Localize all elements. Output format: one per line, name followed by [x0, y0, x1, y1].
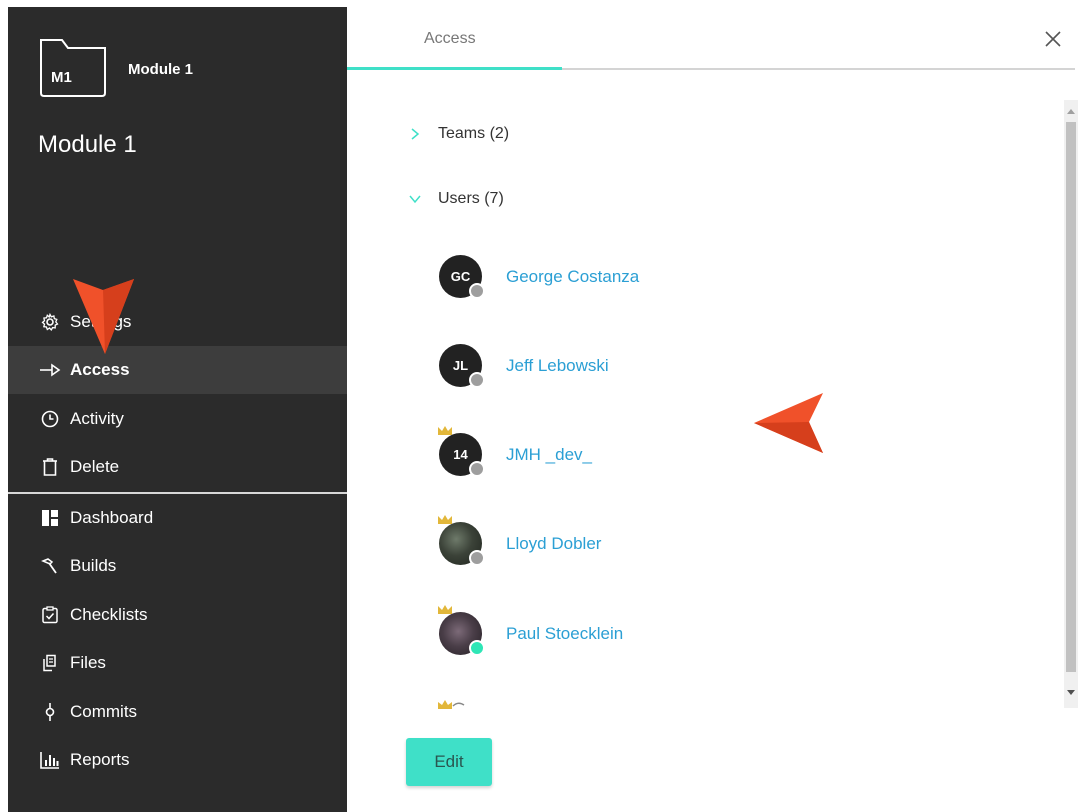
- tab-access[interactable]: Access: [424, 30, 476, 48]
- close-button[interactable]: [1042, 28, 1064, 50]
- status-offline-indicator: [469, 550, 485, 566]
- module-label: Module 1: [128, 61, 194, 78]
- users-section-label: Users (7): [438, 190, 504, 207]
- crown-icon: [438, 515, 452, 524]
- files-icon: [39, 652, 61, 674]
- sidebar-item-files[interactable]: Files: [8, 639, 347, 687]
- tab-active-indicator: [347, 67, 562, 70]
- crown-icon: [438, 700, 465, 709]
- sidebar-item-label: Checklists: [70, 605, 148, 624]
- sidebar-item-reports[interactable]: Reports: [8, 736, 347, 784]
- chevron-down-icon: [406, 190, 424, 208]
- user-row[interactable]: GC George Costanza: [438, 254, 639, 300]
- crown-icon: [438, 605, 452, 614]
- scrollbar[interactable]: [1064, 100, 1078, 708]
- sidebar-item-checklists[interactable]: Checklists: [8, 591, 347, 639]
- avatar: [438, 515, 485, 567]
- avatar: [438, 605, 485, 657]
- crown-icon: [438, 426, 452, 435]
- clock-icon: [39, 408, 61, 430]
- module-badge: M1: [51, 69, 72, 86]
- users-section-toggle[interactable]: Users (7): [406, 190, 504, 208]
- module-title: Module 1: [38, 131, 137, 158]
- sidebar-item-label: Files: [70, 653, 106, 672]
- sidebar-item-label: Dashboard: [70, 508, 154, 527]
- sidebar-item-activity[interactable]: Activity: [8, 395, 347, 443]
- status-online-indicator: [469, 640, 485, 656]
- scroll-thumb[interactable]: [1066, 122, 1076, 672]
- sidebar-item-label: Commits: [70, 702, 138, 721]
- dashboard-icon: [39, 507, 61, 529]
- status-offline-indicator: [469, 372, 485, 388]
- gear-icon: [39, 311, 61, 333]
- sidebar-item-label: Activity: [70, 409, 124, 428]
- sidebar-item-delete[interactable]: Delete: [8, 443, 347, 491]
- sidebar-item-dashboard[interactable]: Dashboard: [8, 494, 347, 542]
- user-name-link[interactable]: Lloyd Dobler: [506, 534, 601, 554]
- user-name-link[interactable]: Jeff Lebowski: [506, 356, 609, 376]
- commit-icon: [39, 701, 61, 723]
- teams-section-label: Teams (2): [438, 125, 510, 142]
- sidebar-item-commits[interactable]: Commits: [8, 688, 347, 736]
- user-row[interactable]: Paul Stoecklein: [438, 605, 623, 657]
- folder-icon: M1: [38, 36, 108, 98]
- avatar: GC: [438, 254, 485, 300]
- scroll-up-icon[interactable]: [1067, 108, 1075, 114]
- scroll-down-icon[interactable]: [1067, 690, 1075, 696]
- sidebar-item-builds[interactable]: Builds: [8, 542, 347, 590]
- user-row[interactable]: JL Jeff Lebowski: [438, 343, 609, 389]
- arrow-right-icon: [39, 359, 61, 381]
- status-offline-indicator: [469, 461, 485, 477]
- sidebar-item-access[interactable]: Access: [8, 346, 347, 394]
- avatar: 14: [438, 426, 485, 478]
- close-icon: [1045, 31, 1061, 47]
- pointer-arrow-left-icon: [754, 393, 823, 453]
- user-name-link[interactable]: Paul Stoecklein: [506, 624, 623, 644]
- partial-user-row: [438, 696, 478, 710]
- bar-chart-icon: [39, 749, 61, 771]
- sidebar-item-label: Reports: [70, 750, 130, 769]
- hammer-icon: [39, 555, 61, 577]
- edit-button[interactable]: Edit: [406, 738, 492, 786]
- teams-section-toggle[interactable]: Teams (2): [406, 125, 509, 143]
- user-row[interactable]: 14 JMH _dev_: [438, 426, 592, 478]
- checklist-icon: [39, 604, 61, 626]
- chevron-right-icon: [406, 125, 424, 143]
- status-offline-indicator: [469, 283, 485, 299]
- sidebar-item-label: Builds: [70, 556, 117, 575]
- avatar: JL: [438, 343, 485, 389]
- pointer-arrow-down-icon: [73, 279, 134, 354]
- sidebar-item-settings[interactable]: Settings: [8, 298, 347, 346]
- user-name-link[interactable]: JMH _dev_: [506, 445, 592, 465]
- trash-icon: [39, 456, 61, 478]
- sidebar-item-label: Delete: [70, 457, 120, 476]
- sidebar-item-label: Access: [70, 360, 130, 379]
- user-row[interactable]: Lloyd Dobler: [438, 515, 601, 567]
- header-divider: [562, 68, 1075, 70]
- user-name-link[interactable]: George Costanza: [506, 267, 639, 287]
- sidebar: M1 Module 1 Module 1 Settings Access Act…: [8, 7, 347, 812]
